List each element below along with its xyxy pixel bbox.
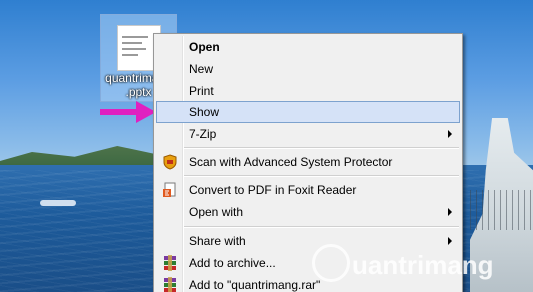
menu-item-7zip[interactable]: 7-Zip <box>156 123 460 145</box>
menu-item-label: Add to "quantrimang.rar" <box>189 278 321 292</box>
watermark-logo-icon <box>312 244 350 282</box>
menu-item-share-with[interactable]: Share with <box>156 230 460 252</box>
menu-separator <box>184 226 459 228</box>
menu-item-foxit-convert[interactable]: Convert to PDF in Foxit Reader <box>156 179 460 201</box>
speedboat <box>40 200 76 206</box>
watermark-text: uantrimang <box>352 250 494 280</box>
submenu-arrow-icon <box>448 237 452 245</box>
menu-item-label: New <box>189 62 214 76</box>
submenu-arrow-icon <box>448 130 452 138</box>
menu-item-show[interactable]: Show <box>156 101 460 123</box>
ship-railing <box>470 190 533 230</box>
menu-item-open[interactable]: Open <box>156 36 460 58</box>
menu-item-label: Open <box>189 40 220 54</box>
menu-item-label: Convert to PDF in Foxit Reader <box>189 183 357 197</box>
menu-item-open-with[interactable]: Open with <box>156 201 460 223</box>
menu-separator <box>184 175 459 177</box>
menu-item-label: Show <box>189 105 220 119</box>
menu-item-label: Scan with Advanced System Protector <box>189 155 393 169</box>
menu-item-label: 7-Zip <box>189 127 217 141</box>
winrar-icon <box>164 255 176 271</box>
desktop-background: quantrimang .pptx Open New Print Show 7-… <box>0 0 533 292</box>
winrar-icon <box>164 277 176 292</box>
pointer-arrow-icon <box>100 101 156 123</box>
shield-icon <box>163 154 177 170</box>
menu-item-label: Add to archive... <box>189 256 276 270</box>
submenu-arrow-icon <box>448 208 452 216</box>
menu-item-label: Open with <box>189 205 244 219</box>
foxit-pdf-icon <box>163 182 176 197</box>
menu-item-scan-asp[interactable]: Scan with Advanced System Protector <box>156 151 460 173</box>
menu-separator <box>184 147 459 149</box>
menu-item-print[interactable]: Print <box>156 80 460 102</box>
menu-item-new[interactable]: New <box>156 58 460 80</box>
menu-item-label: Share with <box>189 234 246 248</box>
menu-item-label: Print <box>189 84 214 98</box>
